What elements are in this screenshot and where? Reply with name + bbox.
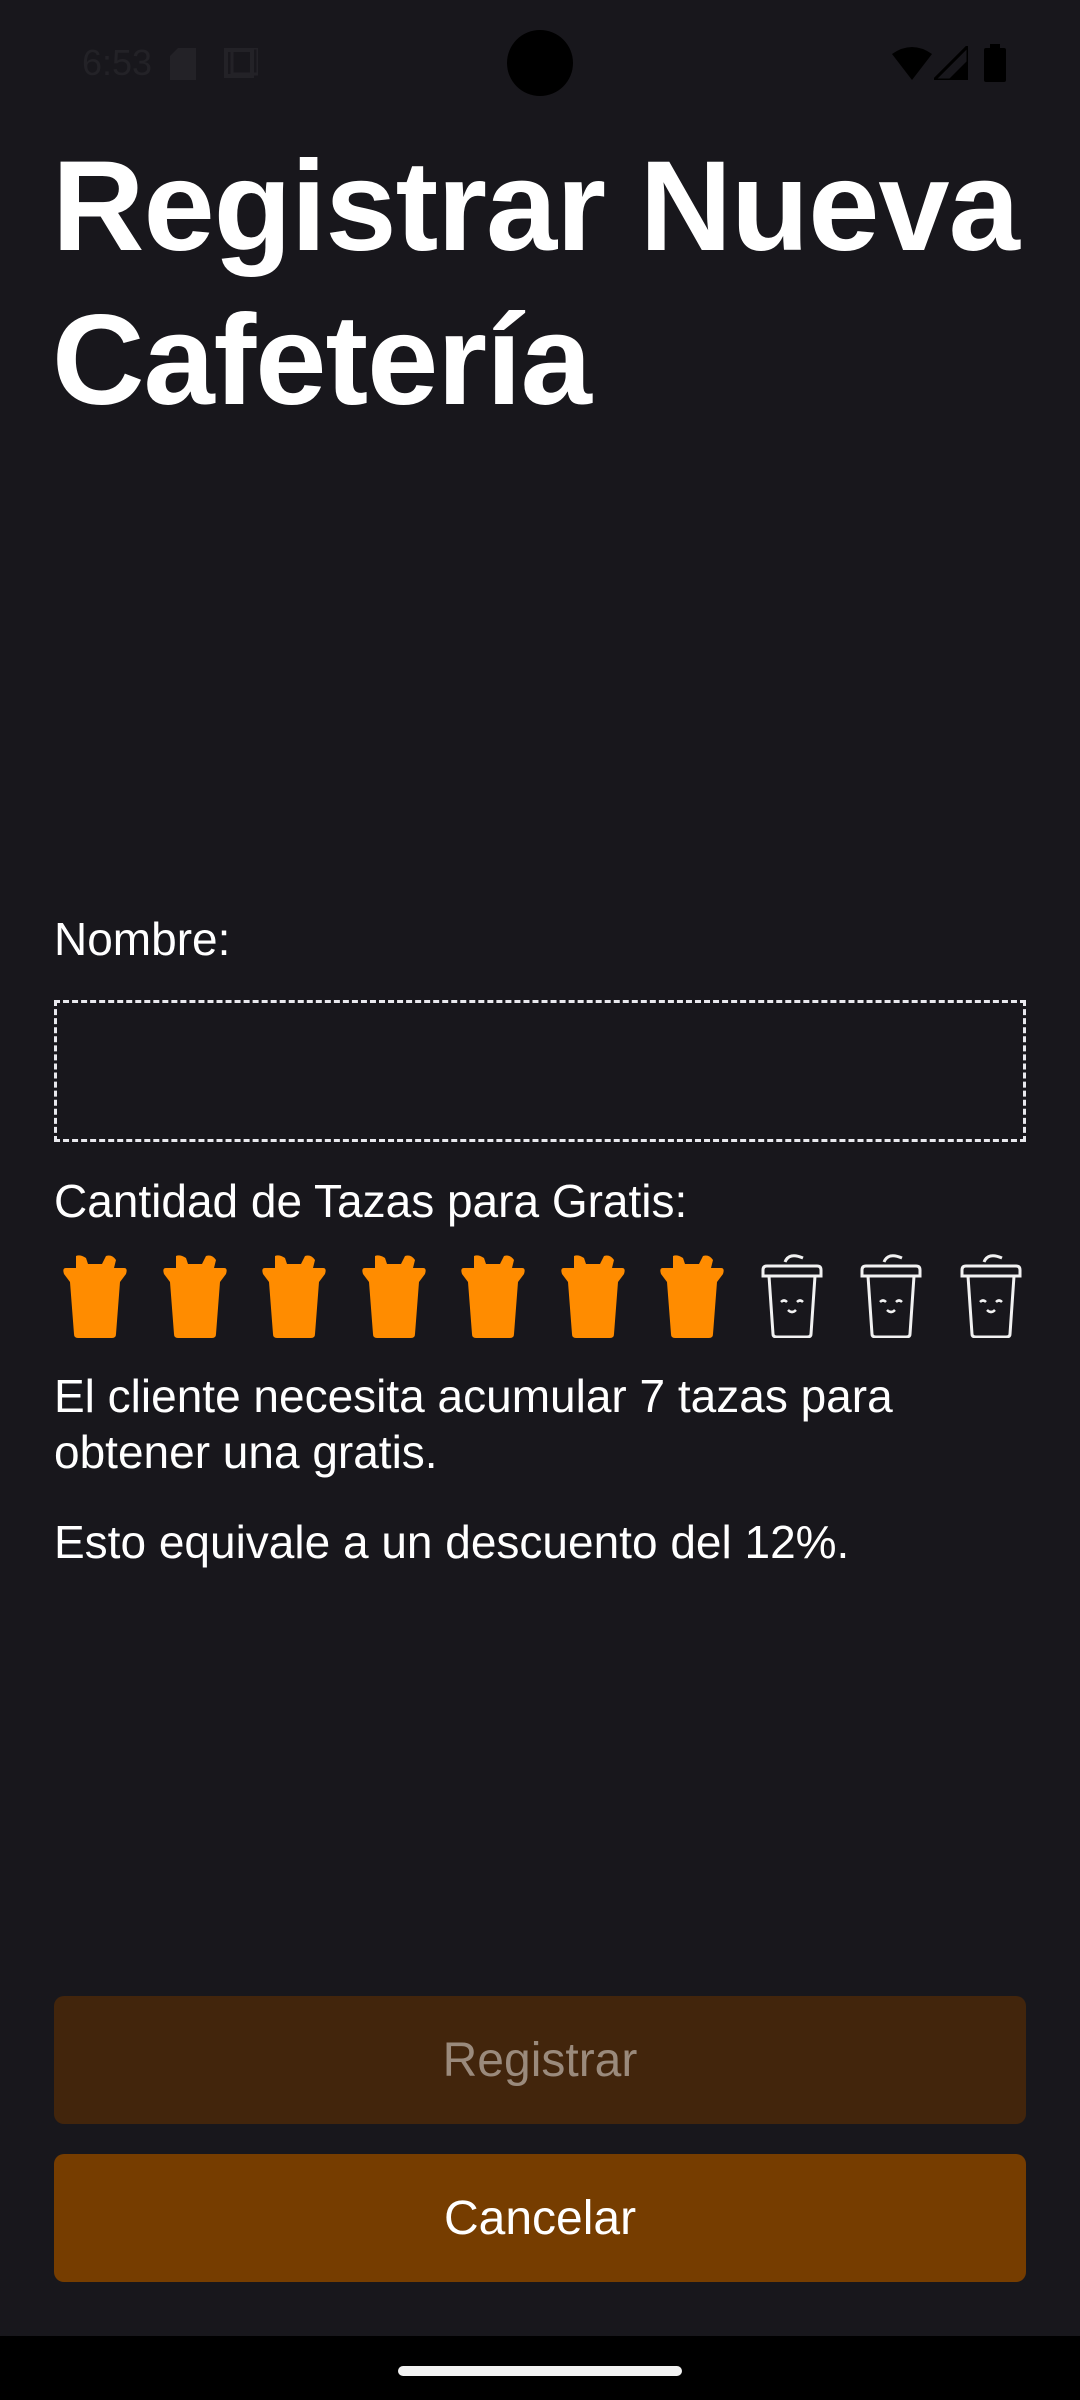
cancel-button[interactable]: Cancelar	[54, 2154, 1026, 2282]
cup-filled-icon[interactable]	[560, 1254, 626, 1338]
cups-label: Cantidad de Tazas para Gratis:	[54, 1175, 688, 1227]
page-title: Registrar Nueva Cafetería	[52, 135, 1020, 432]
cup-outline-icon[interactable]	[958, 1254, 1024, 1338]
cups-info-text: El cliente necesita acumular 7 tazas par…	[54, 1370, 893, 1478]
signal-icon	[934, 46, 968, 80]
wifi-icon	[892, 47, 932, 80]
cup-filled-icon[interactable]	[361, 1254, 427, 1338]
navigation-bar	[0, 2336, 1080, 2400]
cup-outline-icon[interactable]	[858, 1254, 924, 1338]
battery-icon	[984, 44, 1006, 82]
cup-filled-icon[interactable]	[162, 1254, 228, 1338]
register-button[interactable]: Registrar	[54, 1996, 1026, 2124]
cup-filled-icon[interactable]	[261, 1254, 327, 1338]
camera-cutout	[507, 30, 573, 96]
cup-filled-icon[interactable]	[659, 1254, 725, 1338]
cup-filled-icon[interactable]	[62, 1254, 128, 1338]
discount-info-text: Esto equivale a un descuento del 12%.	[54, 1516, 850, 1568]
status-time: 6:53	[82, 42, 153, 83]
sd-card-icon	[170, 48, 196, 80]
cup-filled-icon[interactable]	[460, 1254, 526, 1338]
cups-selector[interactable]	[54, 1254, 1034, 1344]
name-field[interactable]	[54, 1000, 1026, 1142]
screenshot-icon	[224, 48, 258, 78]
name-label: Nombre:	[54, 913, 231, 965]
cup-outline-icon[interactable]	[759, 1254, 825, 1338]
status-bar: 6:53	[0, 0, 1080, 128]
home-gesture-handle[interactable]	[398, 2366, 682, 2376]
